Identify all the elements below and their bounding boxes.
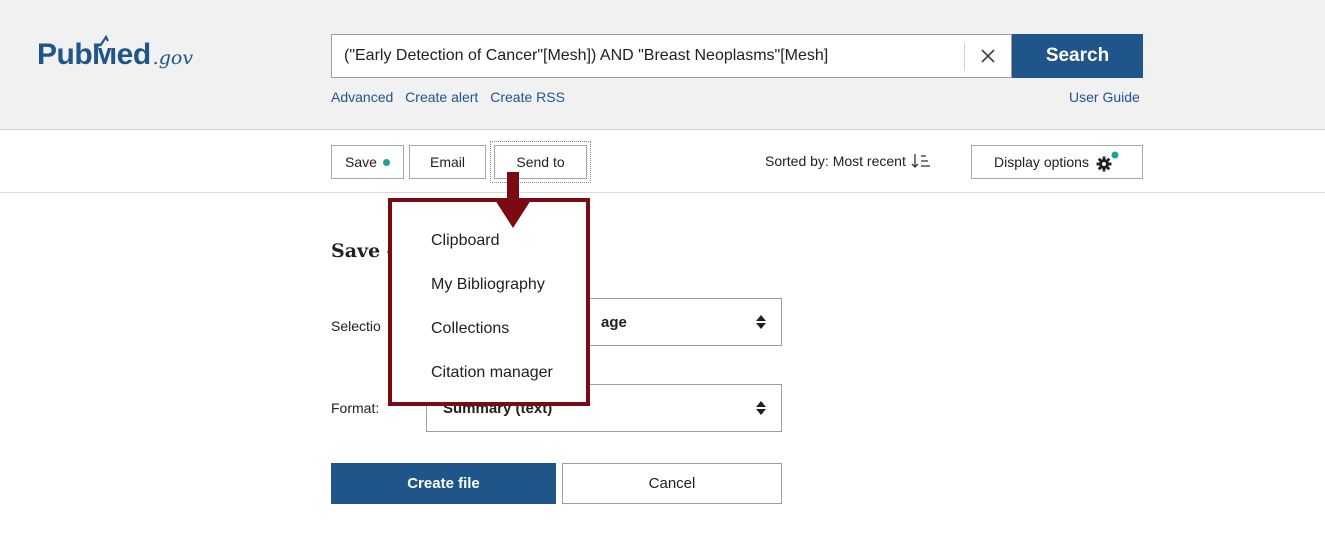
status-dot xyxy=(382,158,390,166)
search-button[interactable]: Search xyxy=(1012,34,1143,78)
logo-med-wrap: Med xyxy=(92,34,151,72)
header: Pub Med .gov Search Advanced Create aler… xyxy=(0,0,1325,130)
send-to-label: Send to xyxy=(516,154,565,170)
search-box xyxy=(331,34,964,78)
sort-descending-icon xyxy=(911,154,930,168)
selection-value: age xyxy=(601,313,627,331)
create-rss-link[interactable]: Create RSS xyxy=(490,89,565,105)
menu-item-citation-manager[interactable]: Citation manager xyxy=(431,364,553,382)
save-button[interactable]: Save xyxy=(331,145,404,179)
display-options-label: Display options xyxy=(994,154,1089,170)
email-button[interactable]: Email xyxy=(409,145,486,179)
select-arrows-icon xyxy=(756,401,766,415)
cancel-button[interactable]: Cancel xyxy=(562,463,782,504)
user-guide-link[interactable]: User Guide xyxy=(1069,89,1140,105)
search-input[interactable] xyxy=(332,35,964,77)
pubmed-logo[interactable]: Pub Med .gov xyxy=(37,34,194,78)
logo-pub: Pub xyxy=(37,38,93,71)
save-label: Save xyxy=(345,154,377,170)
logo-gov: .gov xyxy=(152,47,194,69)
email-label: Email xyxy=(429,154,465,170)
create-file-button[interactable]: Create file xyxy=(331,463,556,504)
menu-item-collections[interactable]: Collections xyxy=(431,320,509,338)
select-arrows-icon xyxy=(756,315,766,329)
search-links: Advanced Create alert Create RSS xyxy=(331,89,573,105)
close-icon xyxy=(980,49,995,63)
gear-icon xyxy=(1096,151,1119,172)
display-options-button[interactable]: Display options xyxy=(971,145,1143,179)
annotation-arrow-icon xyxy=(495,172,531,228)
send-to-dropdown: Clipboard My Bibliography Collections Ci… xyxy=(388,198,590,406)
advanced-link[interactable]: Advanced xyxy=(331,89,393,105)
clear-search-button[interactable] xyxy=(964,34,1012,78)
create-alert-link[interactable]: Create alert xyxy=(405,89,478,105)
menu-item-my-bibliography[interactable]: My Bibliography xyxy=(431,276,545,294)
book-icon xyxy=(98,34,119,48)
menu-item-clipboard[interactable]: Clipboard xyxy=(431,232,499,250)
selection-label: Selectio xyxy=(331,318,381,334)
sort-control[interactable]: Sorted by: Most recent xyxy=(765,153,931,169)
format-label: Format: xyxy=(331,400,380,416)
sorted-label: Sorted by: Most recent xyxy=(765,153,906,169)
toolbar-divider xyxy=(0,192,1325,193)
